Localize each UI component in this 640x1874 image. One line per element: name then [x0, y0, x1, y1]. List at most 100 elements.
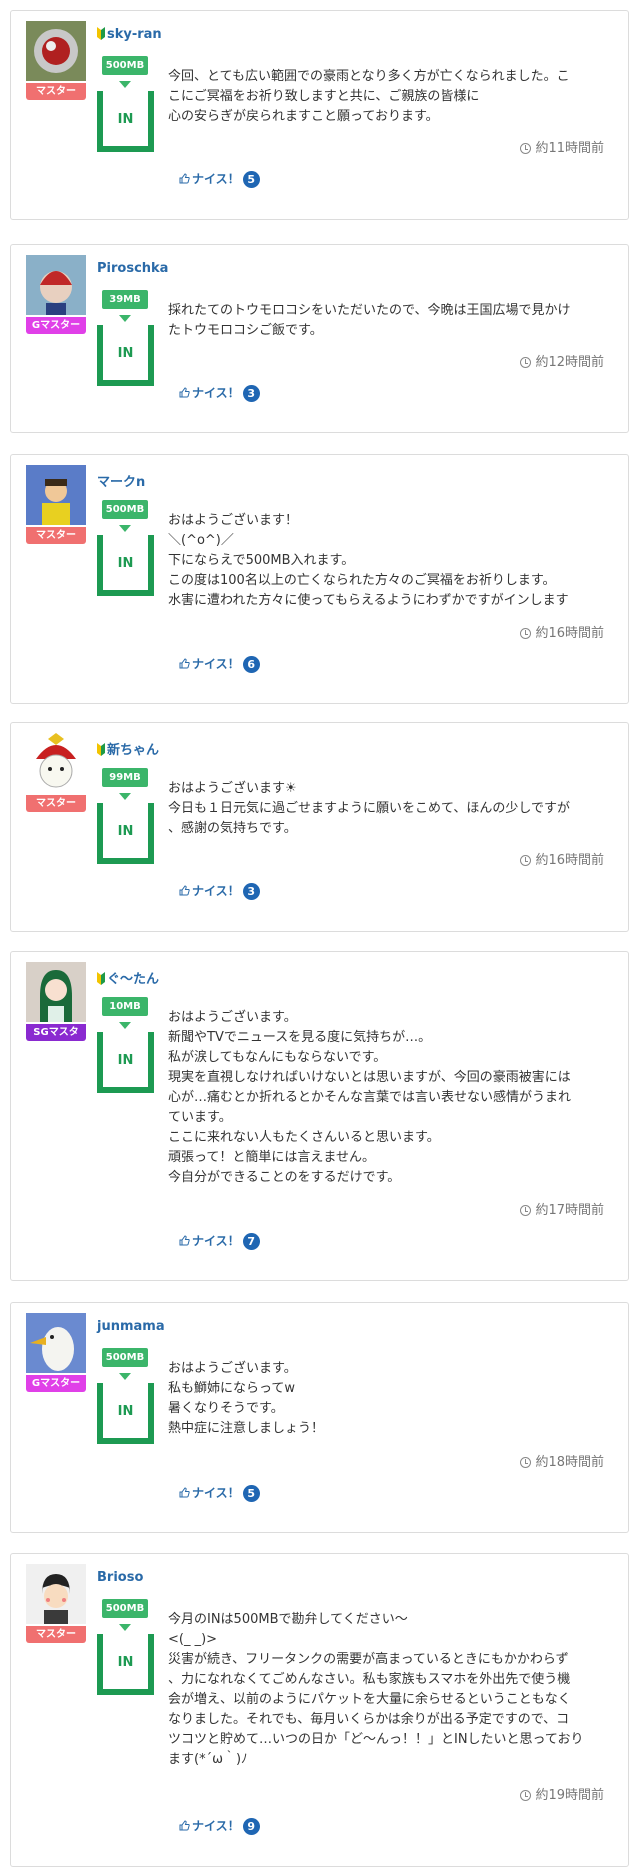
rank-badge: マスター — [26, 1626, 86, 1643]
nice-count: 3 — [242, 883, 260, 900]
mb-amount-badge: 500MB — [102, 1348, 148, 1367]
mb-amount-badge: 10MB — [102, 997, 148, 1016]
username-link[interactable]: Piroschka — [97, 261, 168, 276]
post-message: おはようございます。 私も鰤姉にならってw 暑くなりそうです。 熱中症に注意しま… — [168, 1361, 325, 1436]
nice-button[interactable]: ナイス！ 7 — [179, 1232, 260, 1250]
in-icon: IN — [97, 325, 154, 386]
thumbs-up-icon — [179, 387, 190, 398]
username: 新ちゃん — [107, 743, 160, 758]
mb-amount-badge: 99MB — [102, 768, 148, 787]
username: Piroschka — [97, 261, 169, 276]
username-link[interactable]: junmama — [97, 1319, 165, 1334]
thumbs-up-icon — [179, 658, 190, 669]
arrow-down-icon — [119, 1022, 131, 1029]
post-card: SGマスタ ぐ〜たん 10MB IN おはようございます。 新聞やTVでニュース… — [10, 951, 629, 1281]
thumbs-up-icon — [179, 173, 190, 184]
post-message: 今月のINは500MBで勘弁してください〜 <(_ _)> 災害が続き、フリータ… — [168, 1612, 584, 1767]
in-icon: IN — [97, 1634, 154, 1695]
username-link[interactable]: 新ちゃん — [97, 739, 159, 758]
mb-amount-badge: 500MB — [102, 1599, 148, 1618]
rank-badge: SGマスタ — [26, 1024, 86, 1041]
clock-icon — [520, 357, 532, 368]
nice-count: 5 — [242, 1485, 260, 1502]
username-link[interactable]: sky-ran — [97, 27, 162, 42]
post-time: 約11時間前 — [520, 137, 604, 156]
avatar[interactable] — [26, 465, 86, 525]
nice-button[interactable]: ナイス！ 3 — [179, 384, 260, 402]
post-time: 約12時間前 — [520, 351, 604, 370]
mb-amount-badge: 500MB — [102, 500, 148, 519]
nice-count: 5 — [242, 171, 260, 188]
in-icon: IN — [97, 803, 154, 864]
post-card: マスター マークn 500MB IN おはようございます！ ＼(^o^)／ 下に… — [10, 454, 629, 704]
nice-count: 9 — [242, 1818, 260, 1835]
nice-button[interactable]: ナイス！ 5 — [179, 1484, 260, 1502]
arrow-down-icon — [119, 315, 131, 322]
clock-icon — [520, 1205, 532, 1216]
username-link[interactable]: Brioso — [97, 1570, 143, 1585]
beginner-mark-icon — [97, 972, 105, 985]
post-time: 約16時間前 — [520, 849, 604, 868]
nice-count: 6 — [242, 656, 260, 673]
post-message: 今回、とても広い範囲での豪雨となり多く方が亡くなられました。こ こにご冥福をお祈… — [168, 69, 570, 124]
username-link[interactable]: マークn — [97, 471, 145, 490]
avatar[interactable] — [26, 733, 86, 793]
post-card: マスター 新ちゃん 99MB IN おはようございます☀ 今日も１日元気に過ごせ… — [10, 722, 629, 932]
post-time: 約18時間前 — [520, 1451, 604, 1470]
beginner-mark-icon — [97, 27, 105, 40]
rank-badge: マスター — [26, 795, 86, 812]
nice-count: 7 — [242, 1233, 260, 1250]
rank-badge: マスター — [26, 527, 86, 544]
avatar[interactable] — [26, 962, 86, 1022]
nice-button[interactable]: ナイス！ 6 — [179, 655, 260, 673]
thumbs-up-icon — [179, 1235, 190, 1246]
avatar[interactable] — [26, 1313, 86, 1373]
in-icon: IN — [97, 1032, 154, 1093]
username-link[interactable]: ぐ〜たん — [97, 968, 159, 987]
in-icon: IN — [97, 1383, 154, 1444]
nice-button[interactable]: ナイス！ 9 — [179, 1817, 260, 1835]
rank-badge: Gマスター — [26, 1375, 86, 1392]
avatar[interactable] — [26, 1564, 86, 1624]
clock-icon — [520, 628, 532, 639]
clock-icon — [520, 855, 532, 866]
beginner-mark-icon — [97, 743, 105, 756]
in-icon: IN — [97, 535, 154, 596]
username: Brioso — [97, 1570, 144, 1585]
clock-icon — [520, 1790, 532, 1801]
post-time: 約17時間前 — [520, 1199, 604, 1218]
post-message: おはようございます！ ＼(^o^)／ 下にならえで500MB入れます。 この度は… — [168, 513, 569, 608]
nice-count: 3 — [242, 385, 260, 402]
post-time: 約16時間前 — [520, 622, 604, 641]
rank-badge: マスター — [26, 83, 86, 100]
post-message: おはようございます。 新聞やTVでニュースを見る度に気持ちが…。 私が涙してもな… — [168, 1010, 572, 1185]
post-time: 約19時間前 — [520, 1784, 604, 1803]
username: sky-ran — [107, 27, 162, 42]
arrow-down-icon — [119, 1624, 131, 1631]
post-card: Gマスター junmama 500MB IN おはようございます。 私も鰤姉にな… — [10, 1302, 629, 1533]
mb-amount-badge: 39MB — [102, 290, 148, 309]
nice-button[interactable]: ナイス！ 3 — [179, 882, 260, 900]
nice-button[interactable]: ナイス！ 5 — [179, 170, 260, 188]
thumbs-up-icon — [179, 1487, 190, 1498]
post-card: Gマスター Piroschka 39MB IN 採れたてのトウモロコシをいただい… — [10, 244, 629, 433]
in-icon: IN — [97, 91, 154, 152]
post-card: マスター sky-ran 500MB IN 今回、とても広い範囲での豪雨となり多… — [10, 10, 629, 220]
arrow-down-icon — [119, 793, 131, 800]
username: junmama — [97, 1319, 165, 1334]
username: ぐ〜たん — [107, 972, 160, 987]
arrow-down-icon — [119, 525, 131, 532]
username: マークn — [97, 475, 146, 490]
thumbs-up-icon — [179, 885, 190, 896]
post-message: おはようございます☀ 今日も１日元気に過ごせますように願いをこめて、ほんの少しで… — [168, 781, 570, 836]
post-message: 採れたてのトウモロコシをいただいたので、今晩は王国広場で見かけ たトウモロコシご… — [168, 303, 571, 338]
rank-badge: Gマスター — [26, 317, 86, 334]
post-card: マスター Brioso 500MB IN 今月のINは500MBで勘弁してくださ… — [10, 1553, 629, 1867]
arrow-down-icon — [119, 81, 131, 88]
arrow-down-icon — [119, 1373, 131, 1380]
clock-icon — [520, 1457, 532, 1468]
avatar[interactable] — [26, 255, 86, 315]
clock-icon — [520, 143, 532, 154]
mb-amount-badge: 500MB — [102, 56, 148, 75]
avatar[interactable] — [26, 21, 86, 81]
